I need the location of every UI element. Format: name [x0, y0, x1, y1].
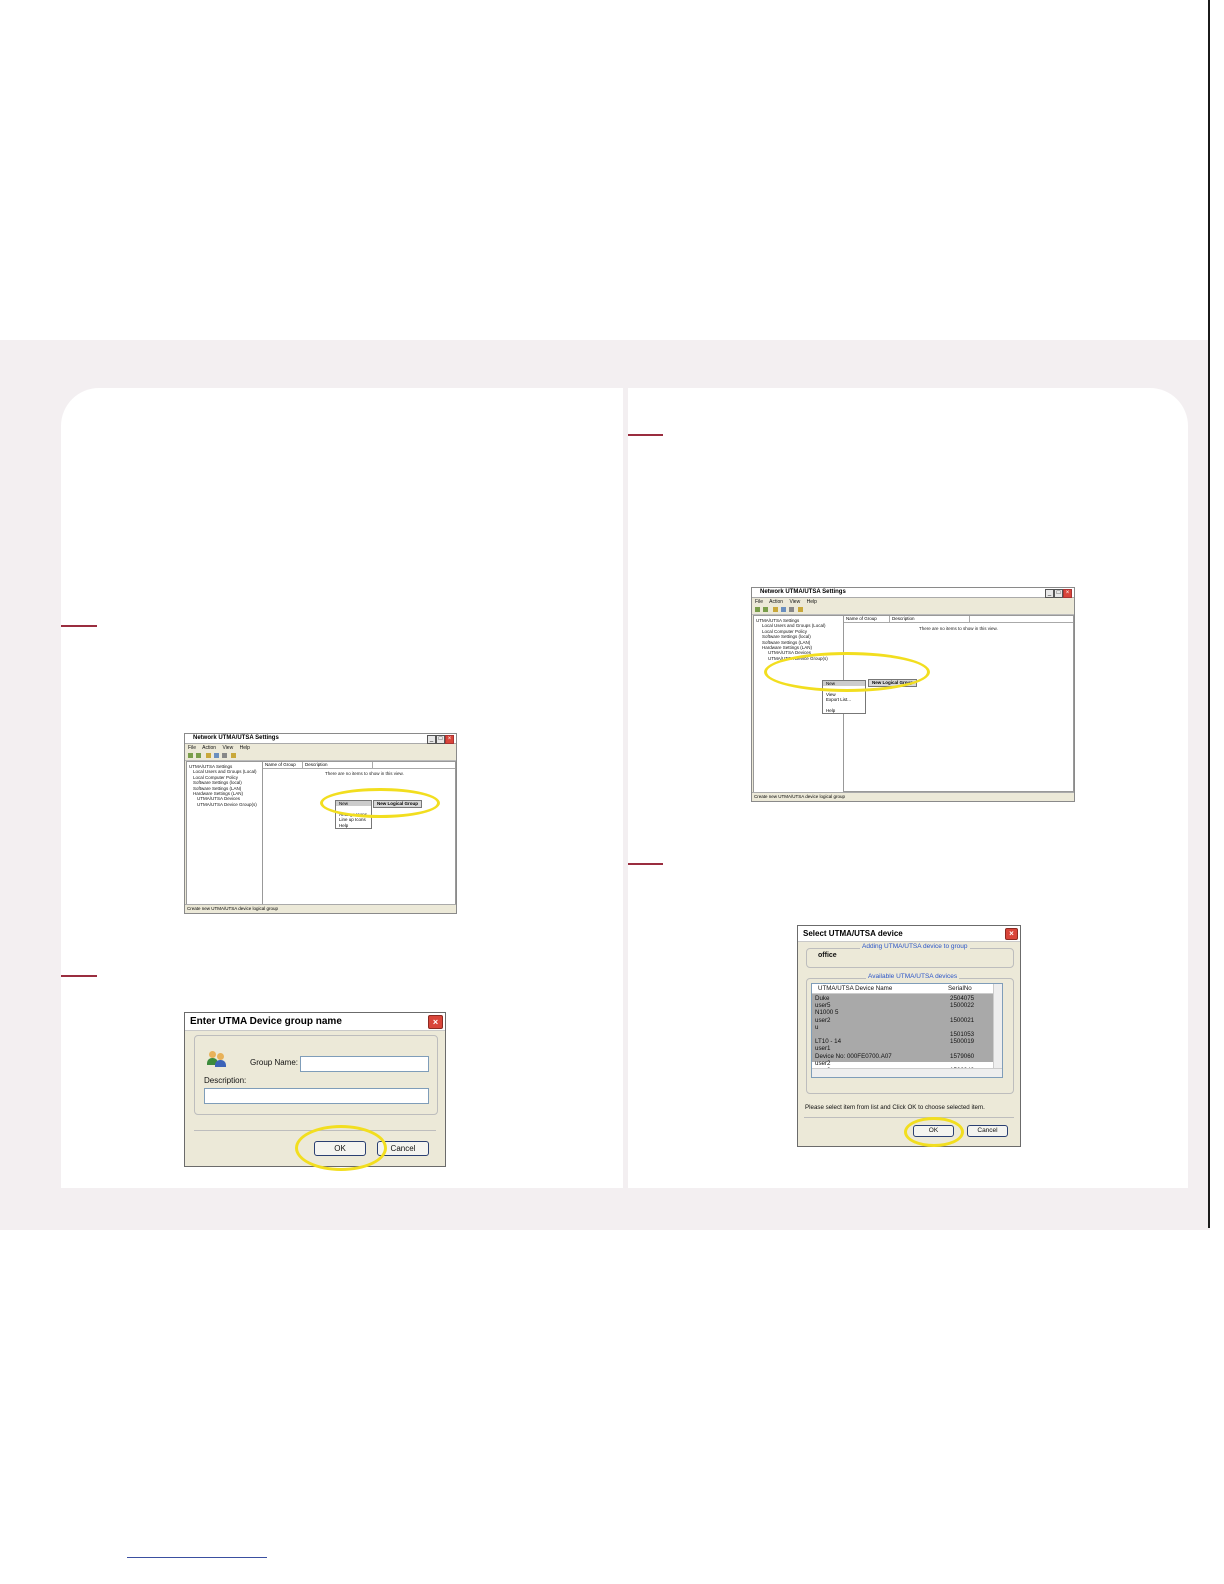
column-header-description[interactable]: Description: [303, 762, 373, 768]
device-name[interactable]: user2: [815, 1017, 945, 1024]
status-bar: Create new UTMA/UTSA device logical grou…: [752, 792, 1074, 801]
serial-number: 1500021: [950, 1016, 975, 1024]
mmc-window-1: Network UTMA/UTSA Settings _ □ × File Ac…: [184, 733, 457, 914]
minimize-icon[interactable]: _: [1045, 589, 1054, 598]
page-edge-line: [1208, 0, 1210, 1228]
mmc-window-2: Network UTMA/UTSA Settings _ □ × File Ac…: [751, 587, 1075, 802]
serial-number: 1501053: [950, 1030, 975, 1038]
section-rule: [628, 863, 663, 865]
close-icon[interactable]: ×: [1063, 589, 1072, 598]
group-value: office: [818, 952, 837, 959]
toolbar: [752, 606, 1074, 615]
highlight-circle: [764, 652, 930, 692]
close-icon[interactable]: ×: [445, 735, 454, 744]
menu-item-help[interactable]: Help: [823, 708, 865, 713]
select-device-dialog: Select UTMA/UTSA device × Adding UTMA/UTS…: [797, 925, 1021, 1147]
highlight-circle: [320, 788, 440, 818]
group-name-field[interactable]: [300, 1056, 429, 1072]
maximize-icon[interactable]: □: [1054, 589, 1063, 598]
serial-number: [950, 1009, 994, 1016]
serial-column: 2504075 1500022 1500021 1501053 1500019 …: [950, 995, 994, 1074]
toolbar: [185, 752, 456, 761]
device-name[interactable]: u: [815, 1024, 945, 1031]
empty-message: There are no items to show in this view.: [325, 771, 404, 776]
horizontal-scrollbar[interactable]: [812, 1068, 1002, 1077]
highlight-circle: [295, 1125, 387, 1171]
list-pane[interactable]: Name of Group Description There are no it…: [843, 615, 1074, 792]
device-list[interactable]: UTMA/UTSA Device Name SerialNo Duke user…: [811, 983, 1003, 1078]
minimize-icon[interactable]: _: [427, 735, 436, 744]
maximize-icon[interactable]: □: [436, 735, 445, 744]
serial-number: [950, 1024, 994, 1031]
dialog-title: Enter UTMA Device group name ×: [185, 1013, 445, 1031]
tree-pane[interactable]: UTMA/UTSA Settings Local Users and Group…: [186, 761, 265, 907]
title-text: Network UTMA/UTSA Settings: [193, 735, 279, 741]
status-bar: Create new UTMA/UTSA device logical grou…: [185, 904, 456, 913]
device-name[interactable]: N1000 5: [815, 1009, 945, 1016]
device-name-column: Duke user5 N1000 5 user2 u LT10 - 14 use…: [815, 995, 945, 1074]
serial-number: [950, 1060, 994, 1067]
adding-label: Adding UTMA/UTSA device to group: [860, 943, 970, 950]
serial-number: 1500022: [950, 1002, 975, 1010]
section-rule: [61, 975, 97, 977]
highlight-circle: [904, 1117, 964, 1147]
column-header-serial[interactable]: SerialNo: [948, 985, 972, 992]
serial-number: 1500019: [950, 1038, 975, 1046]
group-name-label: Group Name:: [250, 1058, 299, 1067]
menu-item-help[interactable]: Help: [336, 823, 371, 828]
section-rule: [628, 434, 663, 436]
serial-number: [950, 1045, 994, 1052]
device-name[interactable]: user5: [815, 1002, 945, 1009]
device-name[interactable]: Device No: 000FE0700.A07: [815, 1053, 945, 1060]
users-icon: [207, 1051, 227, 1067]
dialog-title-text: Select UTMA/UTSA device: [803, 929, 903, 938]
column-header-device-name[interactable]: UTMA/UTSA Device Name: [818, 985, 892, 992]
instruction-text: Please select item from list and Click O…: [805, 1104, 985, 1111]
title-text: Network UTMA/UTSA Settings: [760, 589, 846, 595]
serial-number: 2504075: [950, 995, 975, 1002]
device-name[interactable]: Duke: [815, 995, 945, 1002]
window-title: Network UTMA/UTSA Settings _ □ ×: [185, 734, 456, 744]
column-header-description[interactable]: Description: [890, 616, 970, 622]
device-name[interactable]: [815, 1031, 945, 1038]
dialog-title: Select UTMA/UTSA device ×: [798, 926, 1020, 942]
adding-group-frame: [806, 948, 1014, 968]
cancel-button[interactable]: Cancel: [967, 1125, 1008, 1137]
device-name[interactable]: user1: [815, 1045, 945, 1052]
vertical-scrollbar[interactable]: [993, 984, 1002, 1069]
column-header-name[interactable]: Name of Group: [844, 616, 890, 622]
serial-number: 1579060: [950, 1052, 975, 1060]
menu-item-line-up-icons[interactable]: Line up Icons: [336, 817, 371, 822]
empty-message: There are no items to show in this view.: [919, 626, 998, 631]
section-rule: [61, 625, 97, 627]
dialog-title-text: Enter UTMA Device group name: [190, 1016, 342, 1027]
footer-link-line: [127, 1557, 267, 1558]
menu-bar[interactable]: File Action View Help: [752, 598, 1074, 606]
description-field[interactable]: [204, 1088, 429, 1104]
close-icon[interactable]: ×: [1005, 928, 1018, 940]
column-header-name[interactable]: Name of Group: [263, 762, 303, 768]
window-title: Network UTMA/UTSA Settings _ □ ×: [752, 588, 1074, 598]
list-pane[interactable]: Name of Group Description There are no it…: [262, 761, 456, 905]
description-label: Description:: [204, 1076, 247, 1085]
device-name[interactable]: LT10 - 14: [815, 1038, 945, 1045]
tree-item[interactable]: UTMA/UTSA Device Group(s): [189, 802, 263, 807]
available-label: Available UTMA/UTSA devices: [866, 973, 960, 980]
device-name[interactable]: user2: [815, 1060, 945, 1067]
close-icon[interactable]: ×: [428, 1015, 443, 1029]
menu-bar[interactable]: File Action View Help: [185, 744, 456, 752]
